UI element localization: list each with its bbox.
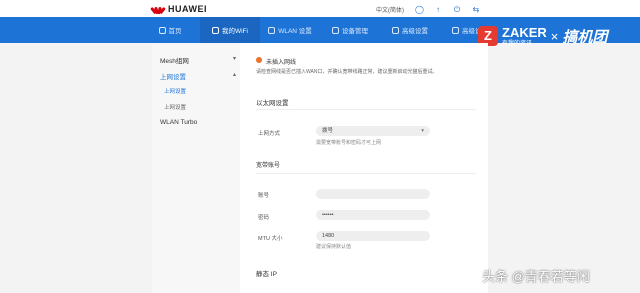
nav-wlan[interactable]: WLAN 设置 (260, 17, 320, 43)
nav-devices[interactable]: 设备管理 (320, 17, 380, 43)
mode-select-value: 拨号 (322, 128, 334, 134)
account-label: 账号 (258, 193, 270, 199)
footer-watermark: 头条 @青春若等闲 (482, 269, 590, 284)
power-icon[interactable]: ⏻ (453, 5, 461, 14)
chevron-up-icon: ▴ (232, 72, 236, 78)
mode-select[interactable]: 拨号 ▾ (316, 126, 430, 136)
mtu-input[interactable]: 1480 (316, 231, 430, 241)
section-account-title: 宽带账号 (256, 163, 281, 169)
sidebar-label: Mesh组网 (160, 58, 189, 65)
sidebar-item-internet[interactable]: 上网设置 ▴ (160, 71, 236, 81)
nav-label: 首页 (168, 28, 182, 35)
nav-label: 高级设置 (402, 28, 428, 35)
sidebar-label: WLAN Turbo (160, 119, 198, 126)
section-static-ip-title: 静态 IP (256, 271, 277, 278)
password-input[interactable]: •••••• (316, 210, 430, 220)
section-ethernet-title: 以太网设置 (256, 100, 289, 107)
device-icon (332, 26, 339, 34)
wlan-icon (268, 26, 276, 34)
status-description: 请检查网线是否已插入WAN口，并确认宽带线路正常，建议重新启动光猫后重试。 (256, 69, 438, 75)
content-panel: 未插入网线 请检查网线是否已插入WAN口，并确认宽带线路正常，建议重新启动光猫后… (240, 43, 488, 293)
mode-hint: 需要宽带账号和密码才可上网 (316, 140, 382, 146)
gear-icon (392, 26, 399, 34)
nav-home[interactable]: 首页 (140, 17, 200, 43)
divider (256, 173, 476, 174)
nav-my-wifi[interactable]: 我的WiFi (200, 17, 260, 43)
zaker-text: ZAKER 有趣的资讯 (502, 26, 547, 47)
huawei-logo-icon (150, 5, 166, 14)
sidebar-item-mesh[interactable]: Mesh组网 ▾ (160, 55, 236, 65)
nav-label: 我的WiFi (222, 28, 248, 35)
nav-advanced[interactable]: 高级设置 (380, 17, 440, 43)
sidebar-item-wlan-turbo[interactable]: WLAN Turbo (160, 119, 236, 126)
mtu-label: MTU 大小 (258, 236, 283, 242)
watermark-x: × (550, 28, 559, 44)
brand-logo[interactable]: HUAWEI (150, 4, 207, 14)
upgrade-icon[interactable]: ↑ (434, 5, 442, 14)
sidebar-label: 上网设置 (160, 74, 186, 81)
zaker-subtitle: 有趣的资讯 (502, 40, 533, 47)
help-icon[interactable]: ◯ (415, 5, 424, 14)
zaker-title: ZAKER (502, 24, 547, 40)
home-icon (158, 26, 166, 34)
watermark-brand: 搞机团 (562, 28, 608, 46)
brand-name: HUAWEI (168, 4, 207, 14)
chevron-down-icon: ▾ (232, 56, 236, 62)
account-input[interactable] (316, 189, 430, 199)
nav-label: WLAN 设置 (278, 28, 312, 35)
settings-icon (452, 26, 459, 34)
password-value: •••••• (322, 212, 334, 218)
status-title: 未插入网线 (266, 60, 297, 66)
wifi-icon (212, 26, 219, 34)
mtu-hint: 建议保持默认值 (316, 244, 352, 250)
sidebar-subitem[interactable]: 上网设置 (164, 103, 186, 111)
mode-label: 上网方式 (258, 131, 281, 137)
divider (256, 109, 476, 110)
mtu-value: 1480 (322, 233, 335, 239)
sidebar: Mesh组网 ▾ 上网设置 ▴ 上网设置 上网设置 WLAN Turbo (152, 43, 240, 293)
status-dot-icon (256, 57, 262, 63)
language-select[interactable]: 中文(简体) (376, 5, 404, 14)
nav-label: 设备管理 (342, 28, 368, 35)
password-label: 密码 (258, 215, 270, 221)
logout-icon[interactable]: ⇆ (472, 5, 480, 14)
watermark-banner: Z ZAKER 有趣的资讯 × 搞机团 (478, 17, 640, 55)
top-actions: 中文(简体) ◯ ↑ ⏻ ⇆ (376, 5, 480, 14)
top-bar: HUAWEI 中文(简体) ◯ ↑ ⏻ ⇆ (0, 0, 640, 17)
sidebar-subitem-selected[interactable]: 上网设置 (164, 87, 186, 95)
chevron-down-icon: ▾ (421, 128, 424, 134)
